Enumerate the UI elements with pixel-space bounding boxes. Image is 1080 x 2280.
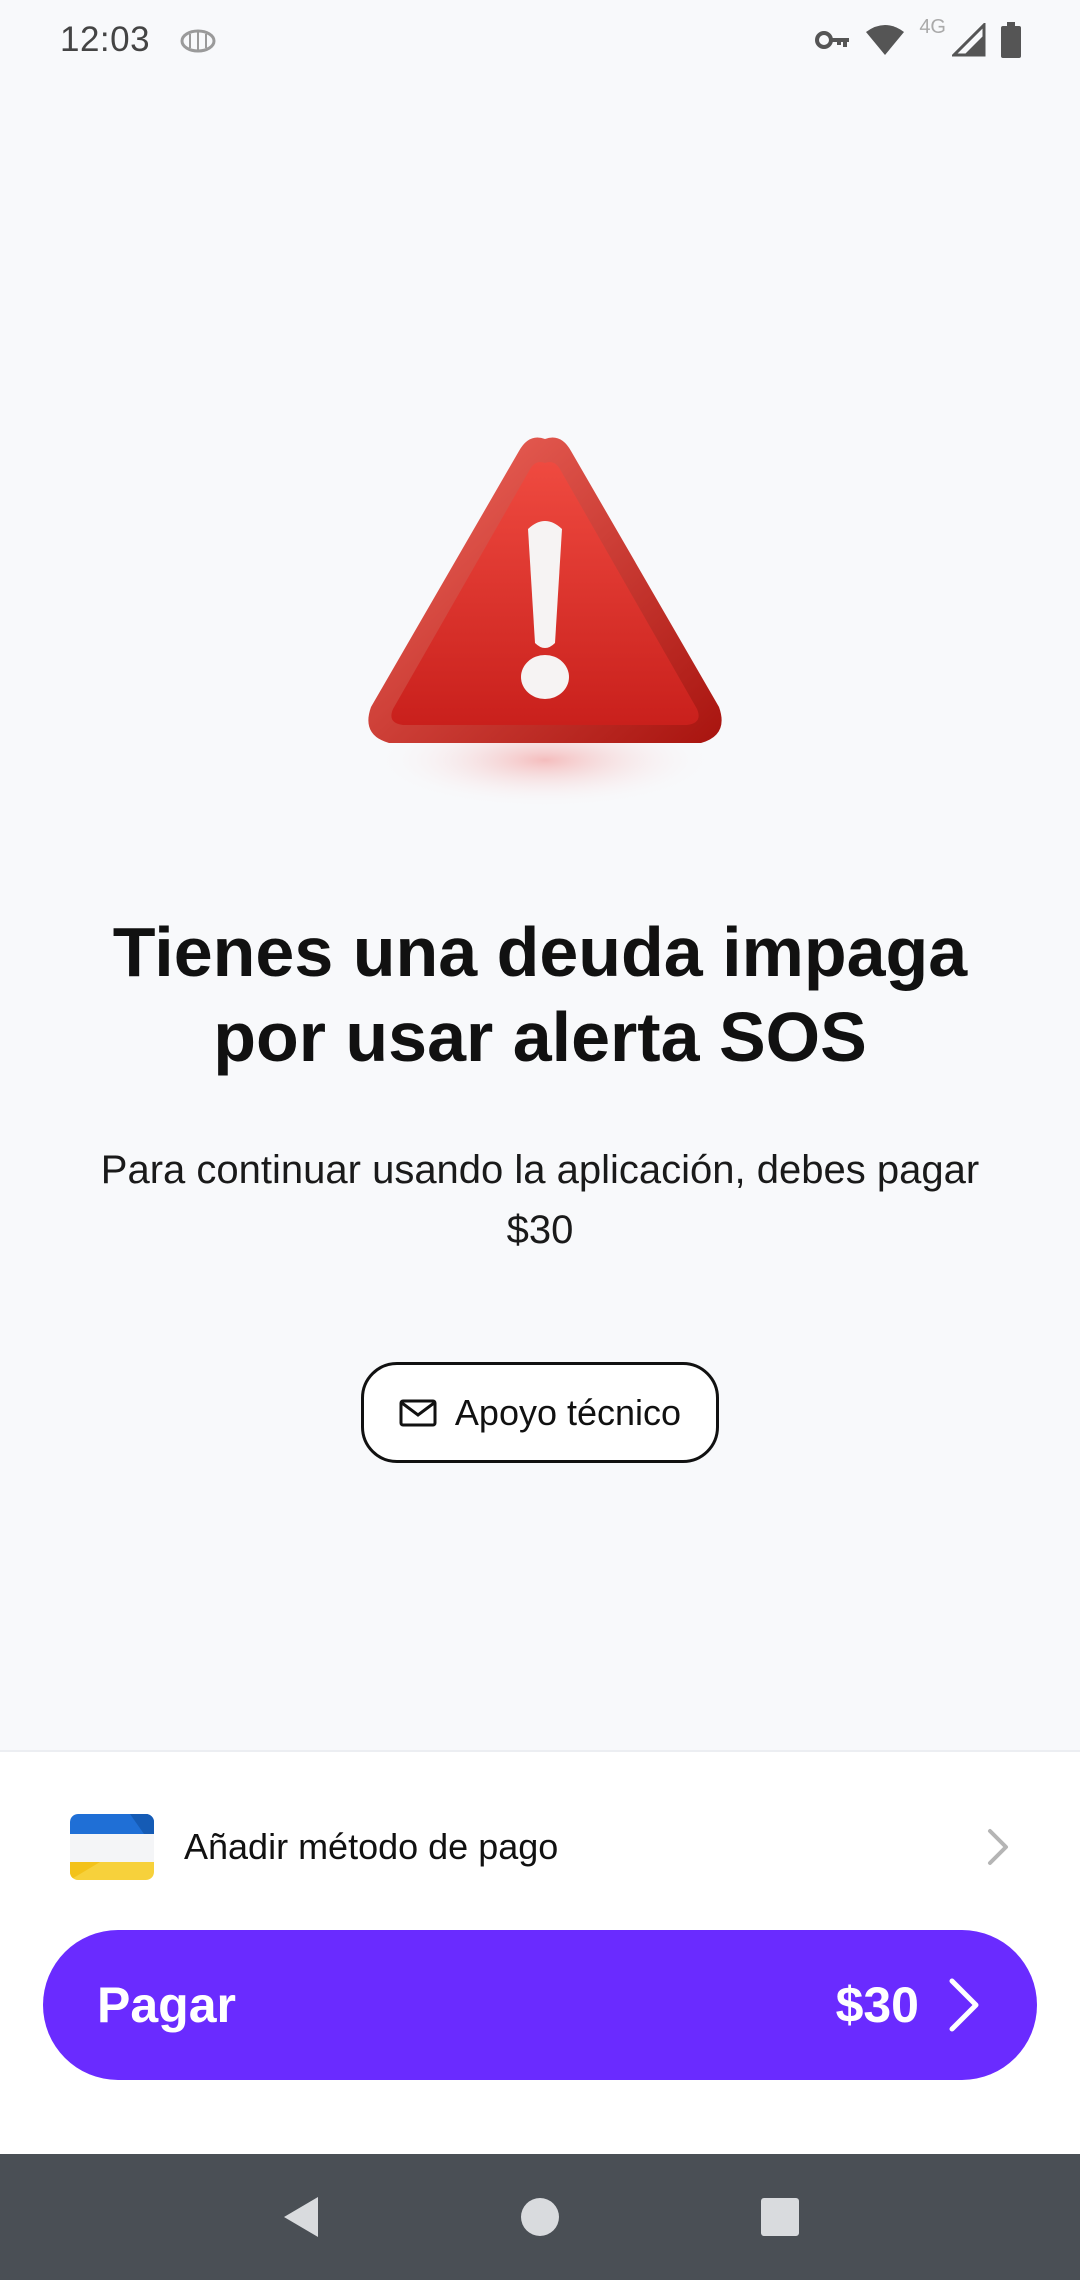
pay-button-label: Pagar (97, 1977, 236, 2033)
network-type-label: 4G (919, 16, 946, 39)
mail-icon (399, 1399, 437, 1427)
pay-amount: $30 (835, 1977, 919, 2033)
warning-triangle-icon (355, 425, 735, 845)
card-icon (70, 1814, 154, 1880)
pay-button[interactable]: Pagar $30 (43, 1930, 1037, 2080)
bug-icon (178, 26, 218, 54)
page-title: Tienes una deuda impaga por usar alerta … (112, 913, 968, 1076)
vpn-key-icon (815, 29, 851, 51)
technical-support-button[interactable]: Apoyo técnico (361, 1362, 719, 1463)
network-type-text: 4G (919, 16, 946, 38)
add-payment-method-label: Añadir método de pago (184, 1826, 559, 1867)
home-icon[interactable] (500, 2177, 580, 2257)
status-left: 12:03 (60, 20, 218, 60)
payment-sheet: Añadir método de pago Pagar $30 (0, 1750, 1080, 2154)
status-bar: 12:03 4G (0, 0, 1080, 80)
technical-support-label: Apoyo técnico (454, 1391, 682, 1433)
pay-button-right: $30 (836, 1976, 981, 2034)
back-icon[interactable] (260, 2177, 340, 2257)
signal-icon (952, 23, 986, 57)
wifi-icon (865, 24, 905, 56)
system-nav-bar (0, 2154, 1080, 2280)
battery-icon (1000, 22, 1022, 58)
chevron-right-icon (947, 1976, 981, 2034)
add-payment-method-row[interactable]: Añadir método de pago (0, 1752, 1080, 1942)
alert-message: Para continuar usando la aplicación, deb… (100, 1148, 980, 1252)
status-right: 4G (815, 16, 1022, 58)
chevron-right-icon (986, 1827, 1010, 1867)
recents-icon[interactable] (740, 2177, 820, 2257)
status-time: 12:03 (60, 20, 151, 59)
